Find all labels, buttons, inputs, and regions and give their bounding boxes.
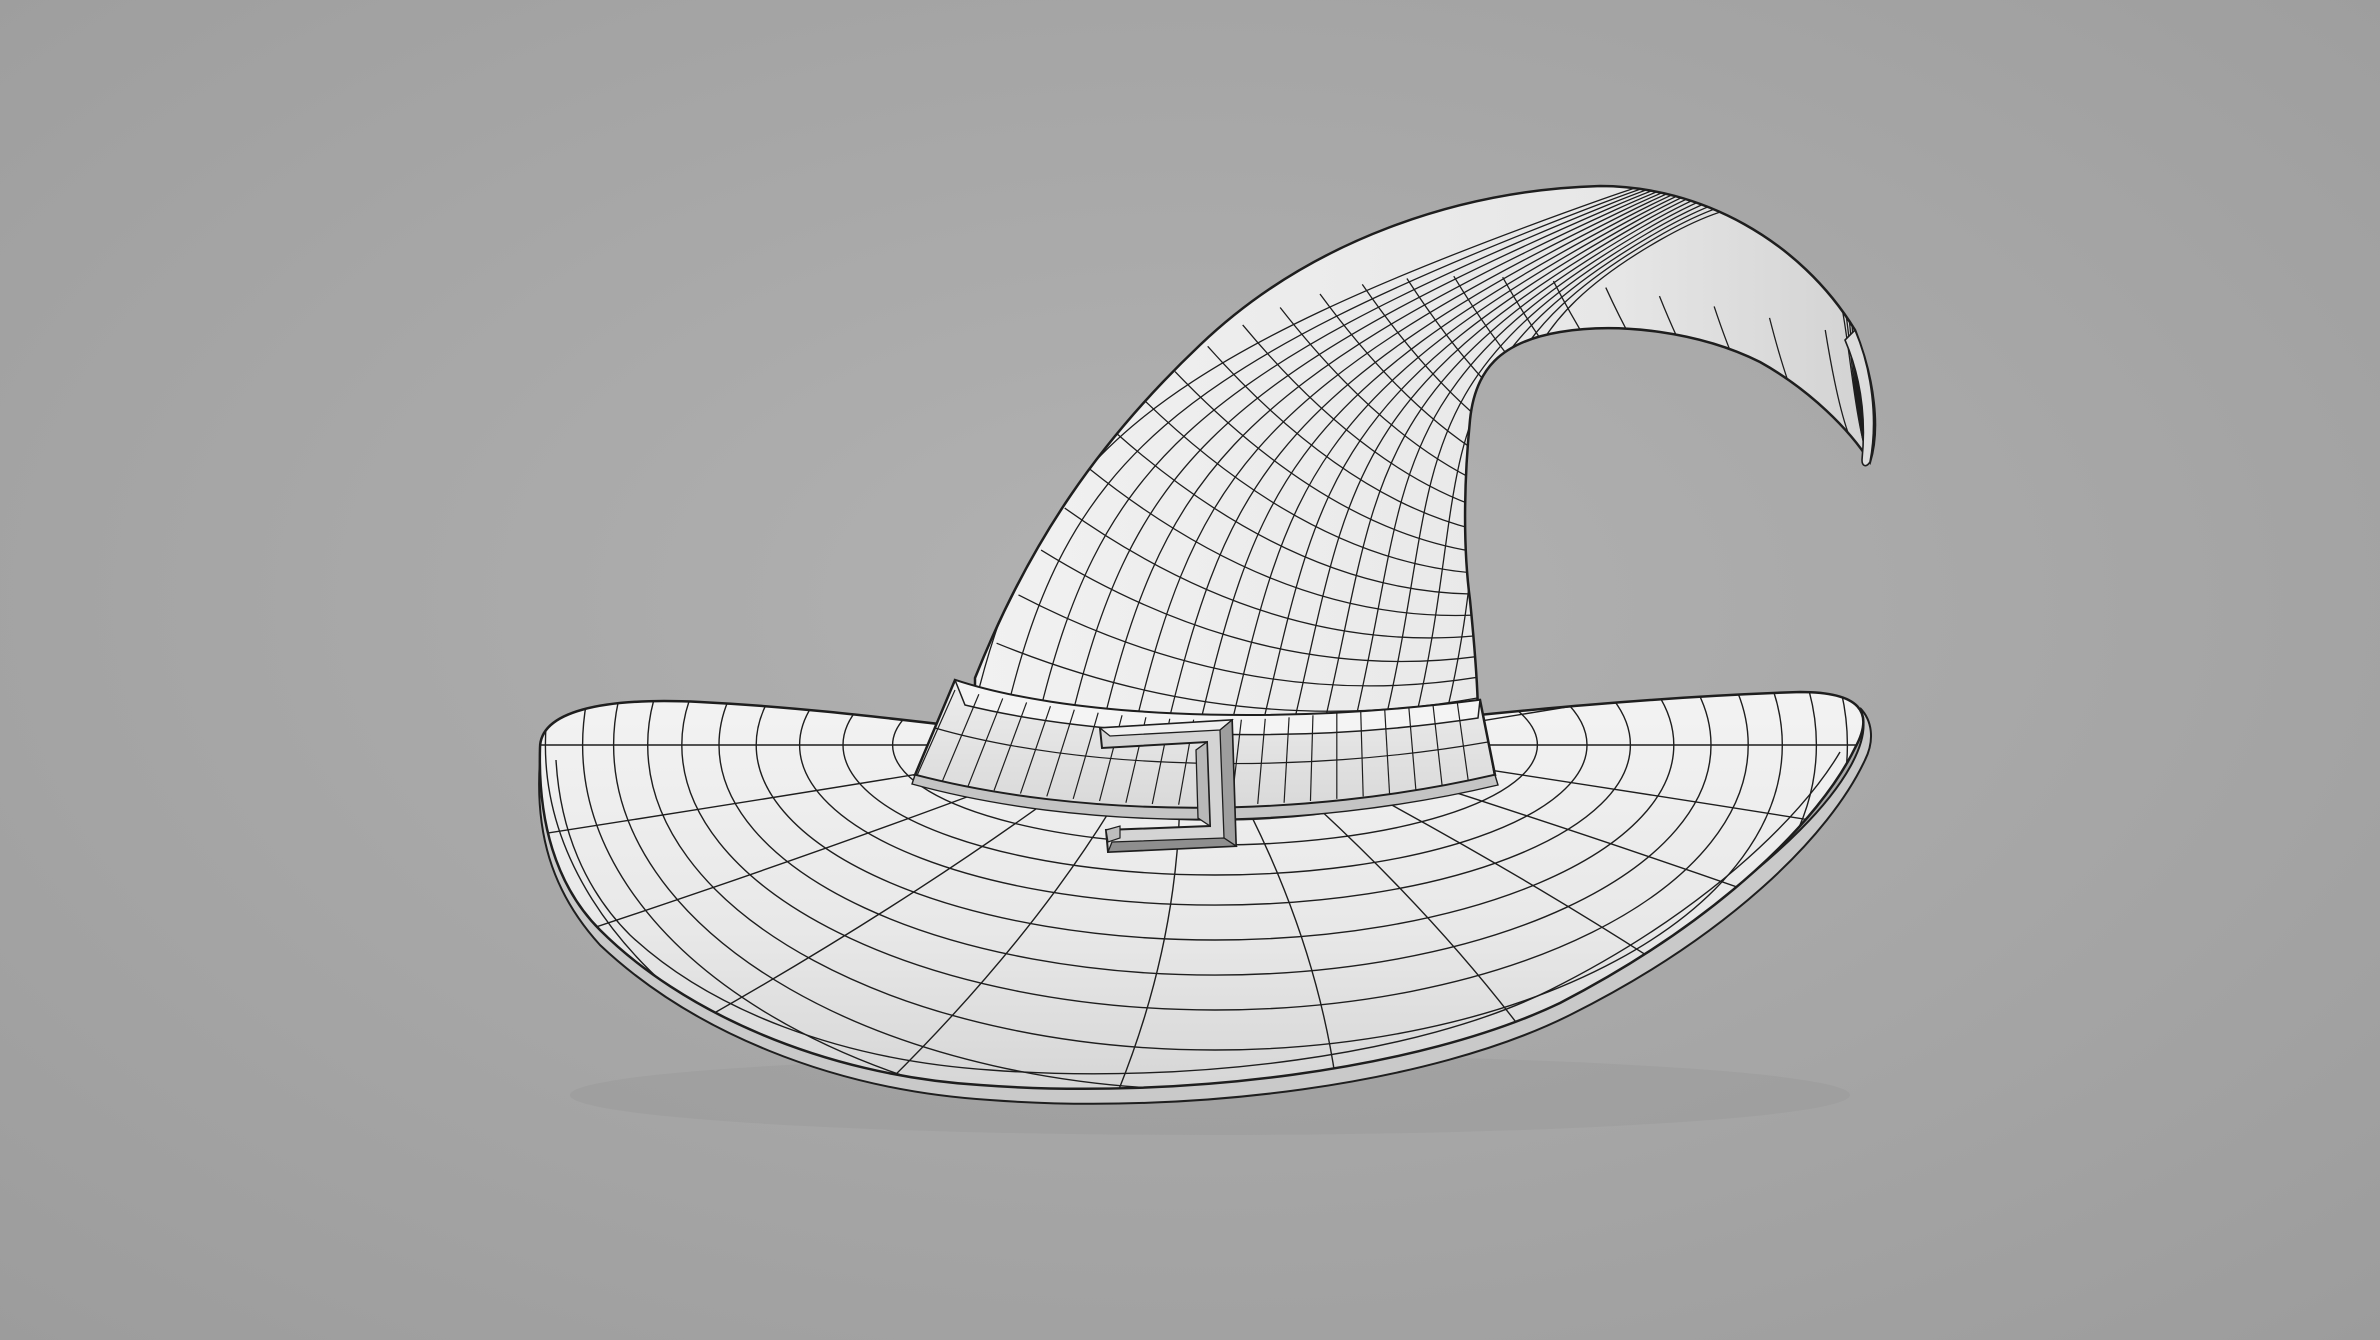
buckle-inner-face xyxy=(1195,740,1211,828)
render-viewport xyxy=(0,0,2380,1340)
scene-canvas xyxy=(0,0,2380,1340)
